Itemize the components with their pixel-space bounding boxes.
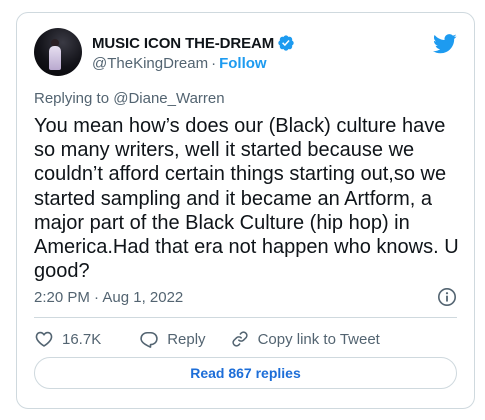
- reply-bubble-icon: [140, 331, 158, 348]
- tweet-timestamp[interactable]: 2:20 PM · Aug 1, 2022: [34, 289, 183, 306]
- copy-link-label: Copy link to Tweet: [257, 330, 380, 348]
- divider: [34, 317, 457, 318]
- likes-count: 16.7K: [62, 330, 102, 348]
- heart-icon: [35, 331, 53, 347]
- author-name-row: MUSIC ICON THE-DREAM: [92, 33, 295, 53]
- tweet-actions: 16.7K Reply Copy link to Tweet: [34, 327, 380, 351]
- twitter-bird-icon[interactable]: [433, 34, 457, 54]
- copy-link-button[interactable]: Copy link to Tweet: [230, 329, 380, 349]
- follow-button[interactable]: Follow: [219, 55, 267, 72]
- verified-badge-icon: [278, 35, 294, 51]
- read-replies-button[interactable]: Read 867 replies: [34, 357, 457, 389]
- handle-separator: ·: [211, 55, 217, 72]
- like-button[interactable]: 16.7K: [34, 329, 101, 349]
- author-handle[interactable]: @TheKingDream: [92, 55, 208, 72]
- reply-button[interactable]: Reply: [139, 329, 206, 349]
- link-icon: [231, 331, 248, 347]
- tweet-text: You mean how’s does our (Black) culture …: [34, 115, 459, 283]
- info-icon[interactable]: [437, 287, 457, 307]
- author-handle-row: @TheKingDream · Follow: [92, 55, 267, 72]
- reply-context: Replying to @Diane_Warren: [34, 90, 225, 107]
- author-name[interactable]: MUSIC ICON THE-DREAM: [92, 35, 274, 52]
- tweet-card: MUSIC ICON THE-DREAM @TheKingDream · Follo…: [16, 12, 475, 409]
- avatar-figure: [49, 46, 61, 70]
- reply-label: Reply: [167, 330, 206, 348]
- avatar[interactable]: [34, 28, 82, 76]
